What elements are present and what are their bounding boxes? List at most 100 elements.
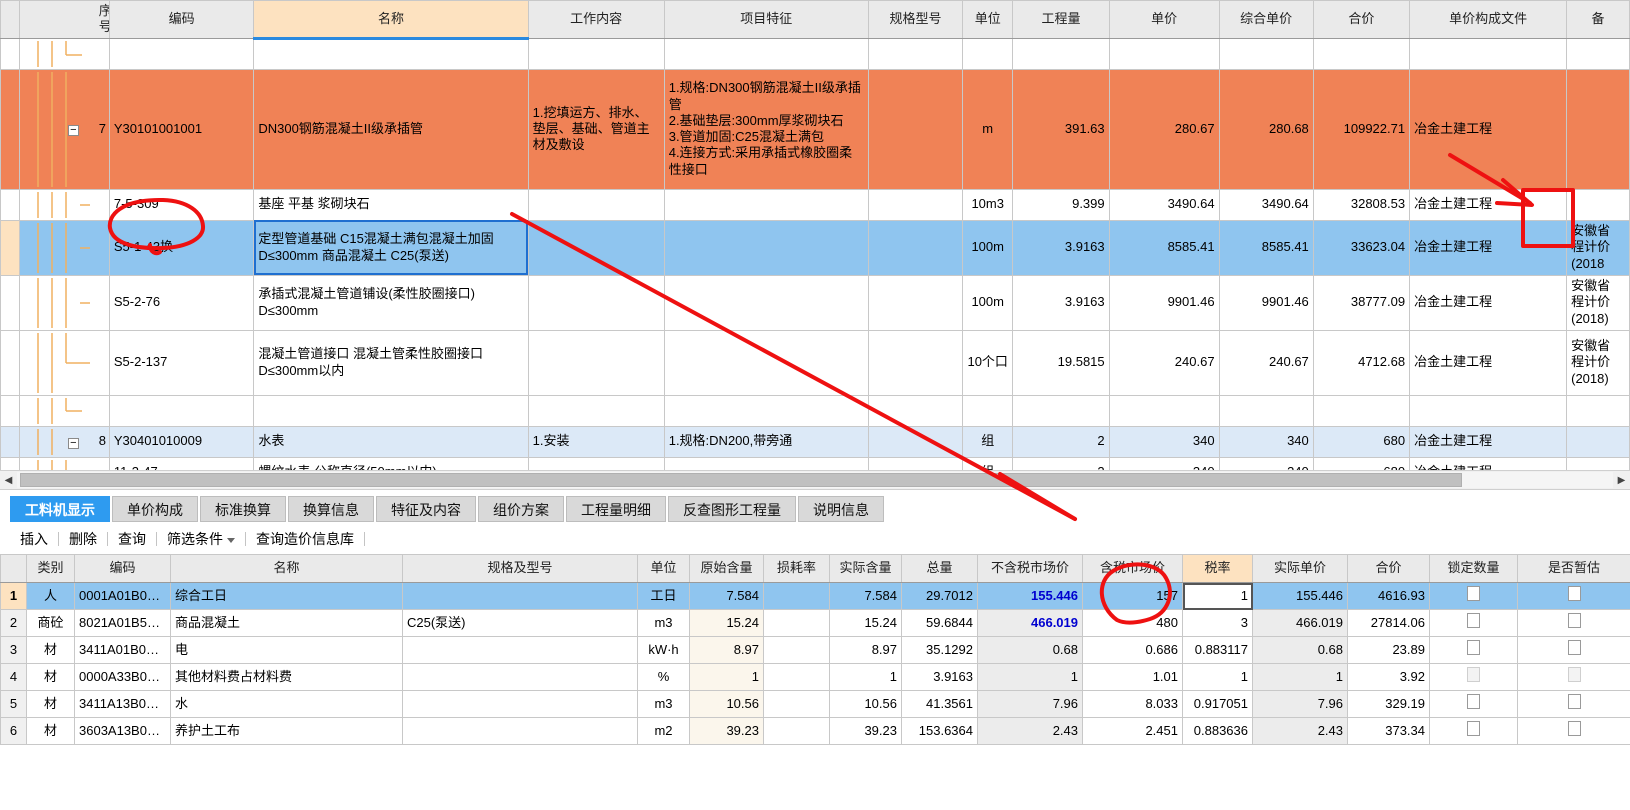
expander-toggle-icon[interactable]: − (67, 125, 79, 137)
resource-cell-actual-content[interactable]: 7.584 (829, 582, 902, 610)
boq-header-quantity[interactable]: 工程量 (1012, 0, 1110, 39)
resource-cell-actual-unit-price[interactable]: 1 (1252, 663, 1348, 691)
resource-cell-loss-rate[interactable] (763, 609, 830, 637)
resource-cell-original-content[interactable]: 8.97 (689, 636, 764, 664)
resource-cell-amount[interactable]: 4616.93 (1347, 582, 1430, 610)
resource-cell-actual-unit-price[interactable]: 155.446 (1252, 582, 1348, 610)
resource-header-lock-qty[interactable]: 锁定数量 (1429, 554, 1518, 583)
scroll-right-arrow-icon[interactable]: ▶ (1613, 471, 1630, 489)
lock-qty-checkbox[interactable] (1467, 586, 1480, 602)
resource-cell-code[interactable]: 3411A13B0… (74, 690, 171, 718)
resource-cell-provisional[interactable] (1517, 582, 1630, 610)
boq-cell-memo[interactable] (1566, 68, 1630, 190)
resource-cell-unit[interactable]: m3 (637, 609, 690, 637)
resource-cell-amount[interactable]: 373.34 (1347, 717, 1430, 745)
boq-row-gutter[interactable] (0, 394, 20, 427)
resource-cell-actual-unit-price[interactable]: 2.43 (1252, 717, 1348, 745)
boq-cell-total[interactable]: 4712.68 (1312, 329, 1411, 396)
resource-cell-loss-rate[interactable] (763, 717, 830, 745)
boq-row-gutter[interactable] (0, 425, 20, 458)
boq-header-price-file[interactable]: 单价构成文件 (1409, 0, 1568, 39)
boq-row-tree[interactable] (18, 394, 95, 427)
lock-qty-checkbox[interactable] (1467, 613, 1480, 629)
tab-2[interactable]: 标准换算 (200, 496, 286, 522)
scrollbar-track[interactable] (17, 472, 1613, 488)
resource-cell-price-excl-tax[interactable]: 2.43 (977, 717, 1083, 745)
resource-cell-name[interactable]: 养护土工布 (170, 717, 403, 745)
resource-cell-name[interactable]: 电 (170, 636, 403, 664)
boq-cell-quantity[interactable]: 2 (1012, 425, 1110, 458)
boq-cell-seq[interactable] (94, 329, 110, 396)
provisional-checkbox[interactable] (1567, 586, 1581, 602)
resource-header-actual-unit-price[interactable]: 实际单价 (1252, 554, 1348, 583)
resource-cell-spec[interactable] (402, 636, 638, 664)
resource-header-category[interactable]: 类别 (26, 554, 75, 583)
resource-cell-provisional[interactable] (1517, 636, 1630, 664)
resource-cell-spec[interactable] (402, 717, 638, 745)
resource-cell-code[interactable]: 0000A33B0… (74, 663, 171, 691)
resource-row[interactable]: 1 人 0001A01B0… 综合工日 工日 7.584 7.584 29.7012 155.4… (0, 582, 1630, 610)
resource-cell-price-excl-tax[interactable]: 0.68 (977, 636, 1083, 664)
resource-cell-rownum[interactable]: 2 (0, 609, 27, 637)
resource-cell-total-amount[interactable]: 35.1292 (901, 636, 978, 664)
tab-1[interactable]: 单价构成 (112, 496, 198, 522)
boq-row-gutter[interactable] (0, 68, 20, 190)
provisional-checkbox[interactable] (1567, 667, 1581, 683)
resource-header-spec[interactable]: 规格及型号 (402, 554, 638, 583)
tab-4[interactable]: 特征及内容 (376, 496, 476, 522)
resource-header-total-amount[interactable]: 总量 (901, 554, 978, 583)
resource-header-original-content[interactable]: 原始含量 (689, 554, 764, 583)
boq-cell-comprehensive-price[interactable]: 280.68 (1218, 68, 1314, 190)
toolbar-item-1[interactable]: 删除 (59, 529, 107, 549)
resource-header-amount[interactable]: 合价 (1347, 554, 1430, 583)
boq-cell-name[interactable]: 水表 (253, 425, 529, 458)
boq-cell-work-content[interactable] (527, 329, 665, 396)
expander-toggle-icon[interactable]: − (67, 437, 79, 449)
boq-cell-unit[interactable]: 100m (962, 274, 1014, 331)
resource-cell-rownum[interactable]: 4 (0, 663, 27, 691)
resource-cell-loss-rate[interactable] (763, 636, 830, 664)
resource-cell-provisional[interactable] (1517, 663, 1630, 691)
boq-row-tree[interactable] (18, 456, 95, 470)
boq-cell-total[interactable]: 680 (1312, 456, 1411, 470)
boq-cell-price-file[interactable] (1409, 394, 1568, 427)
resource-cell-tax-rate[interactable]: 0.917051 (1182, 690, 1253, 718)
boq-cell-work-content[interactable] (527, 37, 665, 70)
boq-cell-code[interactable]: 11-3-47 (108, 456, 255, 470)
resource-cell-total-amount[interactable]: 153.6364 (901, 717, 978, 745)
horizontal-scrollbar[interactable]: ◀ ▶ (0, 470, 1630, 490)
boq-cell-comprehensive-price[interactable] (1218, 394, 1314, 427)
resource-cell-name[interactable]: 综合工日 (170, 582, 403, 610)
resource-cell-actual-content[interactable]: 10.56 (829, 690, 902, 718)
boq-row-tree[interactable] (18, 37, 95, 70)
resource-cell-tax-rate[interactable]: 3 (1182, 609, 1253, 637)
boq-cell-total[interactable] (1312, 37, 1411, 70)
resource-cell-lock-qty[interactable] (1429, 609, 1518, 637)
boq-row[interactable] (0, 37, 1630, 70)
boq-cell-spec[interactable] (867, 188, 964, 221)
boq-cell-work-content[interactable]: 1.挖填运方、排水、垫层、基础、管道主材及敷设 (527, 68, 665, 190)
boq-cell-work-content[interactable] (527, 219, 665, 276)
resource-cell-category[interactable]: 材 (26, 663, 75, 691)
resource-cell-price-excl-tax[interactable]: 155.446 (977, 582, 1083, 610)
resource-cell-category[interactable]: 商砼 (26, 609, 75, 637)
boq-cell-quantity[interactable]: 9.399 (1012, 188, 1110, 221)
boq-cell-quantity[interactable]: 391.63 (1012, 68, 1110, 190)
resource-row[interactable]: 2 商砼 8021A01B5… 商品混凝土 C25(泵送) m3 15.24 15.24 59.… (0, 609, 1630, 637)
resource-cell-lock-qty[interactable] (1429, 582, 1518, 610)
resource-cell-original-content[interactable]: 7.584 (689, 582, 764, 610)
boq-cell-name[interactable]: 基座 平基 浆砌块石 (253, 188, 529, 221)
resource-cell-loss-rate[interactable] (763, 582, 830, 610)
resource-header-unit[interactable]: 单位 (637, 554, 690, 583)
resource-row[interactable]: 5 材 3411A13B0… 水 m3 10.56 10.56 41.3561 7.96 8.03… (0, 690, 1630, 718)
resource-cell-provisional[interactable] (1517, 690, 1630, 718)
boq-row[interactable]: −8 Y30401010009 水表 1.安装 1.规格:DN200,带旁通组 2 340 3… (0, 425, 1630, 458)
toolbar-item-4[interactable]: 查询造价信息库 (246, 529, 364, 549)
boq-cell-price[interactable]: 340 (1108, 456, 1220, 470)
resource-cell-spec[interactable] (402, 690, 638, 718)
boq-row[interactable] (0, 394, 1630, 427)
boq-cell-comprehensive-price[interactable] (1218, 37, 1314, 70)
boq-grid-pane[interactable]: 序号 编码 名称 工作内容 项目特征 规格型号 单位 工程量 单价 综合单价 合… (0, 0, 1630, 470)
resource-cell-price-excl-tax[interactable]: 466.019 (977, 609, 1083, 637)
boq-grid[interactable]: 序号 编码 名称 工作内容 项目特征 规格型号 单位 工程量 单价 综合单价 合… (0, 0, 1630, 470)
